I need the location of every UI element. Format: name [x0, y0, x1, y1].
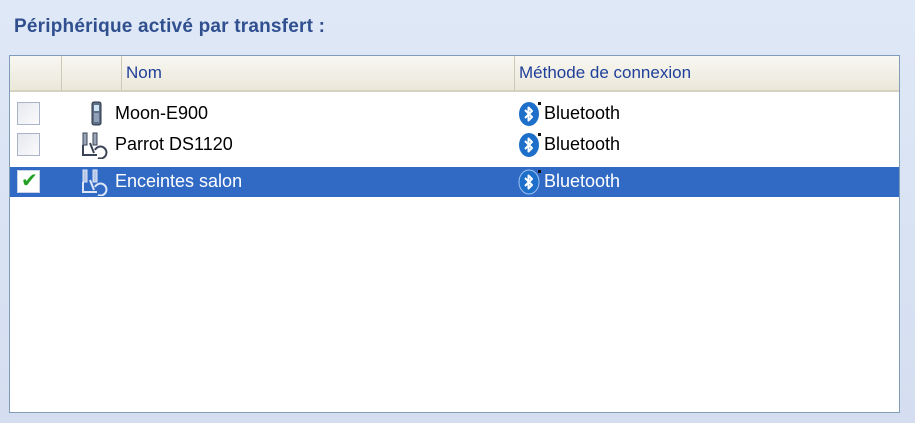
column-header-name[interactable]: Nom: [122, 56, 515, 90]
checkmark-icon: ✔: [21, 170, 38, 192]
connection-method: Bluetooth: [544, 103, 621, 123]
headset-device-icon: [82, 169, 108, 196]
list-item[interactable]: Parrot DS1120 Bluetooth: [10, 130, 899, 160]
enable-checkbox[interactable]: [17, 133, 40, 156]
section-title: Périphérique activé par transfert :: [14, 16, 326, 37]
phone-icon: [91, 101, 102, 126]
connection-method: Bluetooth: [544, 134, 621, 154]
list-header: Nom Méthode de connexion: [10, 56, 899, 92]
enable-checkbox[interactable]: [17, 102, 40, 125]
device-list[interactable]: Nom Méthode de connexion Moon-E900 Bluet…: [9, 55, 900, 413]
column-header-method[interactable]: Méthode de connexion: [515, 56, 899, 90]
list-item-selected[interactable]: ✔ Enceintes salon Bluetooth: [10, 167, 899, 197]
device-name: Enceintes salon: [115, 171, 243, 191]
bluetooth-icon: [519, 102, 541, 126]
device-name: Moon-E900: [115, 103, 209, 123]
transfer-device-panel: Périphérique activé par transfert : Nom …: [0, 0, 915, 423]
column-header-check[interactable]: [10, 56, 62, 90]
headset-device-icon: [82, 132, 108, 159]
device-name: Parrot DS1120: [115, 134, 233, 154]
bluetooth-icon: [519, 133, 541, 157]
bluetooth-icon: [518, 169, 541, 195]
list-item[interactable]: Moon-E900 Bluetooth: [10, 99, 899, 129]
connection-method: Bluetooth: [544, 171, 621, 191]
column-header-icon[interactable]: [62, 56, 122, 90]
enable-checkbox[interactable]: ✔: [17, 170, 40, 193]
